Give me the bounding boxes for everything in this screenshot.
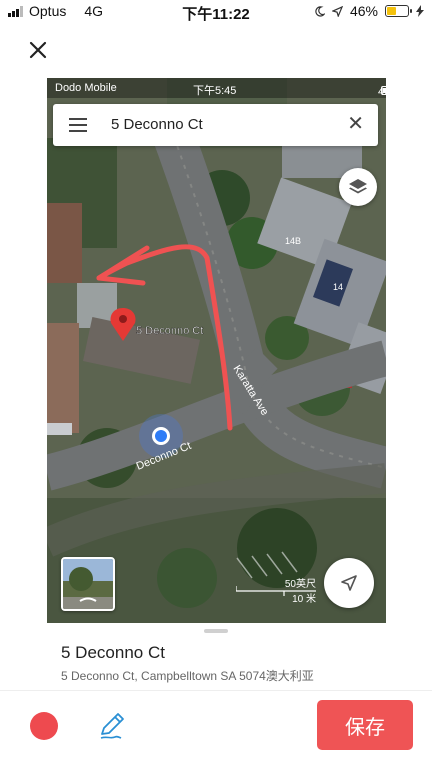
inner-status-bar: Dodo Mobile 下午5:45 42% <box>47 78 386 98</box>
battery-percent: 46% <box>349 3 378 19</box>
color-picker-button[interactable] <box>30 712 58 740</box>
location-arrow-icon <box>331 5 343 17</box>
status-right: 46% <box>314 3 424 19</box>
layers-icon <box>349 179 367 194</box>
satellite-map[interactable]: 5 Deconno Ct Karatta Ave Deconno Ct 14B … <box>47 78 386 623</box>
map-scale: 50英尺 10 米 <box>236 575 316 605</box>
moon-icon <box>315 5 325 17</box>
clear-search-icon[interactable]: ✕ <box>347 114 364 134</box>
menu-icon[interactable] <box>69 118 87 132</box>
place-address: 5 Deconno Ct, Campbelltown SA 5074澳大利亚 <box>61 669 314 683</box>
house-number-14b: 14B <box>285 236 301 246</box>
charging-icon <box>416 5 424 17</box>
screenshot-card[interactable]: 5 Deconno Ct Karatta Ave Deconno Ct 14B … <box>47 78 386 680</box>
scale-feet: 50英尺 <box>284 579 316 590</box>
close-icon <box>29 41 47 59</box>
status-bar: Optus 4G 下午11:22 46% <box>0 0 432 24</box>
edit-toolbar: 保存 <box>0 690 432 769</box>
inner-time: 下午5:45 <box>193 85 237 97</box>
street-view-thumbnail[interactable] <box>61 557 115 611</box>
pencil-button[interactable] <box>97 709 129 741</box>
inner-carrier: Dodo Mobile <box>55 82 117 94</box>
pencil-icon <box>100 713 124 739</box>
house-number-14: 14 <box>333 282 343 292</box>
navigation-button[interactable] <box>324 558 374 608</box>
search-bar[interactable]: 5 Deconno Ct ✕ <box>53 104 378 146</box>
sheet-handle[interactable] <box>204 629 228 633</box>
close-button[interactable] <box>24 36 52 64</box>
battery-icon <box>385 5 412 17</box>
pin-label: 5 Deconno Ct <box>136 325 203 337</box>
inner-battery-icon <box>381 86 386 95</box>
search-query[interactable]: 5 Deconno Ct <box>111 116 203 133</box>
save-button[interactable]: 保存 <box>317 700 413 750</box>
layers-button[interactable] <box>339 168 377 206</box>
scale-meters: 10 米 <box>292 594 316 605</box>
place-name: 5 Deconno Ct <box>61 643 165 662</box>
navigation-arrow-icon <box>341 575 357 591</box>
